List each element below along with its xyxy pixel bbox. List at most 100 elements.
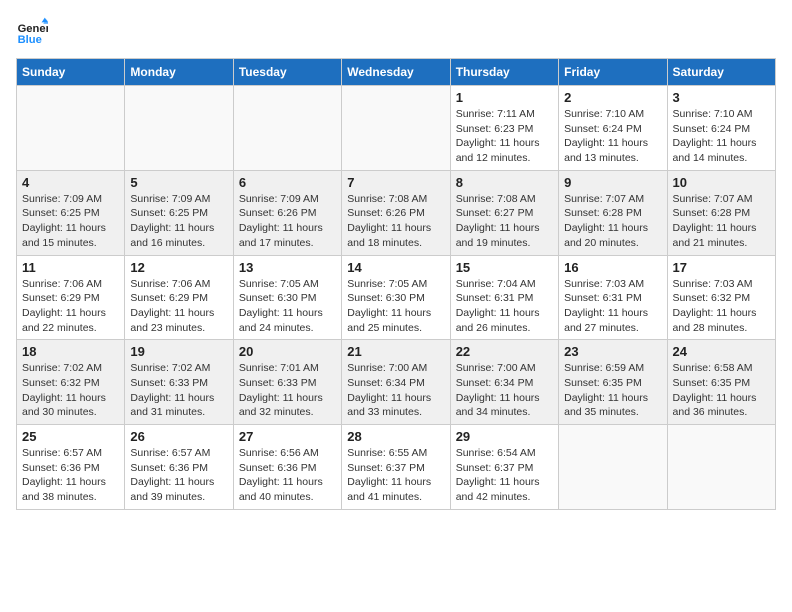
day-info: Sunrise: 6:56 AM Sunset: 6:36 PM Dayligh… (239, 446, 336, 505)
day-number: 24 (673, 344, 770, 359)
day-info: Sunrise: 7:08 AM Sunset: 6:26 PM Dayligh… (347, 192, 444, 251)
day-number: 22 (456, 344, 553, 359)
calendar-cell (125, 86, 233, 171)
day-number: 10 (673, 175, 770, 190)
day-number: 25 (22, 429, 119, 444)
calendar-cell (667, 425, 775, 510)
page-header: General Blue (16, 16, 776, 48)
day-number: 14 (347, 260, 444, 275)
weekday-header-monday: Monday (125, 59, 233, 86)
day-info: Sunrise: 6:54 AM Sunset: 6:37 PM Dayligh… (456, 446, 553, 505)
day-number: 28 (347, 429, 444, 444)
calendar-cell: 7 Sunrise: 7:08 AM Sunset: 6:26 PM Daylig… (342, 170, 450, 255)
day-number: 29 (456, 429, 553, 444)
calendar-cell: 4 Sunrise: 7:09 AM Sunset: 6:25 PM Daylig… (17, 170, 125, 255)
svg-text:General: General (18, 23, 48, 35)
day-info: Sunrise: 7:00 AM Sunset: 6:34 PM Dayligh… (456, 361, 553, 420)
day-info: Sunrise: 6:57 AM Sunset: 6:36 PM Dayligh… (22, 446, 119, 505)
day-number: 26 (130, 429, 227, 444)
weekday-header-tuesday: Tuesday (233, 59, 341, 86)
day-number: 27 (239, 429, 336, 444)
day-info: Sunrise: 7:05 AM Sunset: 6:30 PM Dayligh… (239, 277, 336, 336)
day-number: 9 (564, 175, 661, 190)
day-info: Sunrise: 7:08 AM Sunset: 6:27 PM Dayligh… (456, 192, 553, 251)
day-info: Sunrise: 6:57 AM Sunset: 6:36 PM Dayligh… (130, 446, 227, 505)
day-info: Sunrise: 7:09 AM Sunset: 6:26 PM Dayligh… (239, 192, 336, 251)
calendar-table: SundayMondayTuesdayWednesdayThursdayFrid… (16, 58, 776, 510)
calendar-cell: 22 Sunrise: 7:00 AM Sunset: 6:34 PM Dayli… (450, 340, 558, 425)
calendar-cell: 20 Sunrise: 7:01 AM Sunset: 6:33 PM Dayli… (233, 340, 341, 425)
calendar-cell: 5Sunrise: 7:09 AM Sunset: 6:25 PM Daylig… (125, 170, 233, 255)
calendar-cell: 14 Sunrise: 7:05 AM Sunset: 6:30 PM Dayli… (342, 255, 450, 340)
logo: General Blue (16, 16, 48, 48)
calendar-cell (17, 86, 125, 171)
day-info: Sunrise: 7:02 AM Sunset: 6:33 PM Dayligh… (130, 361, 227, 420)
calendar-cell: 8 Sunrise: 7:08 AM Sunset: 6:27 PM Daylig… (450, 170, 558, 255)
calendar-cell: 11 Sunrise: 7:06 AM Sunset: 6:29 PM Dayli… (17, 255, 125, 340)
day-info: Sunrise: 7:02 AM Sunset: 6:32 PM Dayligh… (22, 361, 119, 420)
day-number: 1 (456, 90, 553, 105)
calendar-cell: 27 Sunrise: 6:56 AM Sunset: 6:36 PM Dayli… (233, 425, 341, 510)
weekday-header-wednesday: Wednesday (342, 59, 450, 86)
day-number: 4 (22, 175, 119, 190)
calendar-cell: 23 Sunrise: 6:59 AM Sunset: 6:35 PM Dayli… (559, 340, 667, 425)
calendar-cell: 21 Sunrise: 7:00 AM Sunset: 6:34 PM Dayli… (342, 340, 450, 425)
day-info: Sunrise: 7:10 AM Sunset: 6:24 PM Dayligh… (673, 107, 770, 166)
day-info: Sunrise: 6:59 AM Sunset: 6:35 PM Dayligh… (564, 361, 661, 420)
day-info: Sunrise: 7:03 AM Sunset: 6:32 PM Dayligh… (673, 277, 770, 336)
calendar-cell: 12Sunrise: 7:06 AM Sunset: 6:29 PM Dayli… (125, 255, 233, 340)
day-number: 11 (22, 260, 119, 275)
day-info: Sunrise: 6:58 AM Sunset: 6:35 PM Dayligh… (673, 361, 770, 420)
day-info: Sunrise: 7:10 AM Sunset: 6:24 PM Dayligh… (564, 107, 661, 166)
day-info: Sunrise: 7:03 AM Sunset: 6:31 PM Dayligh… (564, 277, 661, 336)
day-number: 19 (130, 344, 227, 359)
day-number: 7 (347, 175, 444, 190)
day-info: Sunrise: 7:06 AM Sunset: 6:29 PM Dayligh… (22, 277, 119, 336)
day-info: Sunrise: 7:11 AM Sunset: 6:23 PM Dayligh… (456, 107, 553, 166)
calendar-cell: 17Sunrise: 7:03 AM Sunset: 6:32 PM Dayli… (667, 255, 775, 340)
weekday-header-thursday: Thursday (450, 59, 558, 86)
calendar-cell: 9 Sunrise: 7:07 AM Sunset: 6:28 PM Daylig… (559, 170, 667, 255)
calendar-cell: 19 Sunrise: 7:02 AM Sunset: 6:33 PM Dayli… (125, 340, 233, 425)
day-number: 8 (456, 175, 553, 190)
day-info: Sunrise: 7:09 AM Sunset: 6:25 PM Dayligh… (22, 192, 119, 251)
day-info: Sunrise: 7:00 AM Sunset: 6:34 PM Dayligh… (347, 361, 444, 420)
day-info: Sunrise: 6:55 AM Sunset: 6:37 PM Dayligh… (347, 446, 444, 505)
calendar-cell: 13 Sunrise: 7:05 AM Sunset: 6:30 PM Dayli… (233, 255, 341, 340)
day-number: 16 (564, 260, 661, 275)
day-number: 15 (456, 260, 553, 275)
calendar-cell: 16 Sunrise: 7:03 AM Sunset: 6:31 PM Dayli… (559, 255, 667, 340)
calendar-cell (233, 86, 341, 171)
weekday-header-friday: Friday (559, 59, 667, 86)
day-number: 12 (130, 260, 227, 275)
calendar-cell: 2 Sunrise: 7:10 AM Sunset: 6:24 PM Daylig… (559, 86, 667, 171)
svg-text:Blue: Blue (18, 34, 42, 46)
day-info: Sunrise: 7:05 AM Sunset: 6:30 PM Dayligh… (347, 277, 444, 336)
calendar-cell (342, 86, 450, 171)
day-number: 21 (347, 344, 444, 359)
calendar-cell: 26 Sunrise: 6:57 AM Sunset: 6:36 PM Dayli… (125, 425, 233, 510)
day-number: 6 (239, 175, 336, 190)
day-number: 5 (130, 175, 227, 190)
logo-icon: General Blue (16, 16, 48, 48)
calendar-cell: 10Sunrise: 7:07 AM Sunset: 6:28 PM Dayli… (667, 170, 775, 255)
weekday-header-sunday: Sunday (17, 59, 125, 86)
weekday-header-saturday: Saturday (667, 59, 775, 86)
day-number: 13 (239, 260, 336, 275)
day-info: Sunrise: 7:07 AM Sunset: 6:28 PM Dayligh… (564, 192, 661, 251)
calendar-cell: 15 Sunrise: 7:04 AM Sunset: 6:31 PM Dayli… (450, 255, 558, 340)
day-number: 20 (239, 344, 336, 359)
calendar-cell: 1 Sunrise: 7:11 AM Sunset: 6:23 PM Daylig… (450, 86, 558, 171)
day-info: Sunrise: 7:04 AM Sunset: 6:31 PM Dayligh… (456, 277, 553, 336)
calendar-cell: 29 Sunrise: 6:54 AM Sunset: 6:37 PM Dayli… (450, 425, 558, 510)
day-number: 3 (673, 90, 770, 105)
calendar-cell (559, 425, 667, 510)
day-number: 23 (564, 344, 661, 359)
calendar-cell: 24 Sunrise: 6:58 AM Sunset: 6:35 PM Dayli… (667, 340, 775, 425)
day-number: 2 (564, 90, 661, 105)
day-number: 18 (22, 344, 119, 359)
day-info: Sunrise: 7:01 AM Sunset: 6:33 PM Dayligh… (239, 361, 336, 420)
calendar-cell: 28 Sunrise: 6:55 AM Sunset: 6:37 PM Dayli… (342, 425, 450, 510)
calendar-cell: 18 Sunrise: 7:02 AM Sunset: 6:32 PM Dayli… (17, 340, 125, 425)
calendar-cell: 25 Sunrise: 6:57 AM Sunset: 6:36 PM Dayli… (17, 425, 125, 510)
